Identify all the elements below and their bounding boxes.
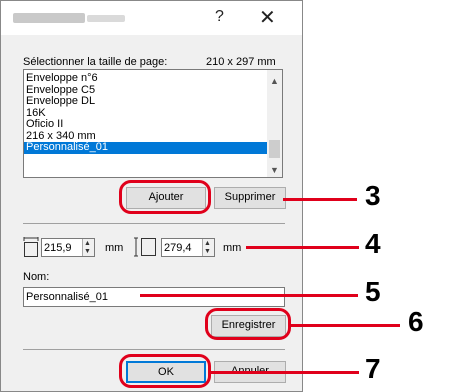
callout-line-3 [283,198,357,201]
height-unit: mm [223,242,242,254]
callout-5: 5 [365,276,381,307]
width-spin-buttons[interactable]: ▲ ▼ [82,239,94,256]
page-size-value: 210 x 297 mm [206,56,276,68]
spin-up-icon[interactable]: ▲ [204,240,211,247]
scroll-down-icon[interactable]: ▼ [270,165,279,175]
add-button-highlight [119,180,211,214]
list-item[interactable]: Enveloppe DL [24,95,268,108]
name-input[interactable]: Personnalisé_01 [23,287,285,307]
list-scrollbar[interactable]: ▲ ▼ [267,70,282,177]
title-bar: ? ✕ [1,1,302,35]
name-label: Nom: [23,271,50,283]
dialog-title-blurred [13,13,85,23]
paper-size-list[interactable]: Enveloppe n°6 Enveloppe C5 Enveloppe DL … [23,69,283,178]
height-stepper[interactable]: 279,4 ▲ ▼ [161,238,215,257]
dialog-title-blurred-2 [87,15,125,22]
callout-line-4 [246,246,359,249]
separator [23,223,285,224]
list-item[interactable]: Enveloppe n°6 [24,72,268,85]
ok-button-highlight [119,354,211,388]
callout-3: 3 [365,180,381,211]
list-item-selected[interactable]: Personnalisé_01 [24,141,268,154]
save-button-highlight [205,308,291,340]
list-item[interactable]: Oficio II [24,118,268,131]
height-value[interactable]: 279,4 [164,242,192,254]
spin-down-icon[interactable]: ▼ [84,248,91,255]
page-size-label: Sélectionner la taille de page: [23,56,168,68]
delete-button[interactable]: Supprimer [214,187,286,209]
callout-line-5 [140,294,358,297]
scroll-up-icon[interactable]: ▲ [270,76,279,86]
spin-up-icon[interactable]: ▲ [84,240,91,247]
callout-line-6 [290,324,400,327]
callout-line-7 [211,371,359,374]
separator [23,349,285,350]
callout-4: 4 [365,228,381,259]
width-unit: mm [105,242,124,254]
height-spin-buttons[interactable]: ▲ ▼ [202,239,214,256]
callout-7: 7 [365,353,381,384]
close-button[interactable]: ✕ [259,5,276,30]
height-icon [134,237,156,257]
width-icon [23,237,39,257]
width-value[interactable]: 215,9 [44,242,72,254]
scroll-thumb[interactable] [269,140,280,158]
help-button[interactable]: ? [215,8,224,26]
spin-down-icon[interactable]: ▼ [204,248,211,255]
callout-6: 6 [408,306,424,337]
width-stepper[interactable]: 215,9 ▲ ▼ [41,238,95,257]
